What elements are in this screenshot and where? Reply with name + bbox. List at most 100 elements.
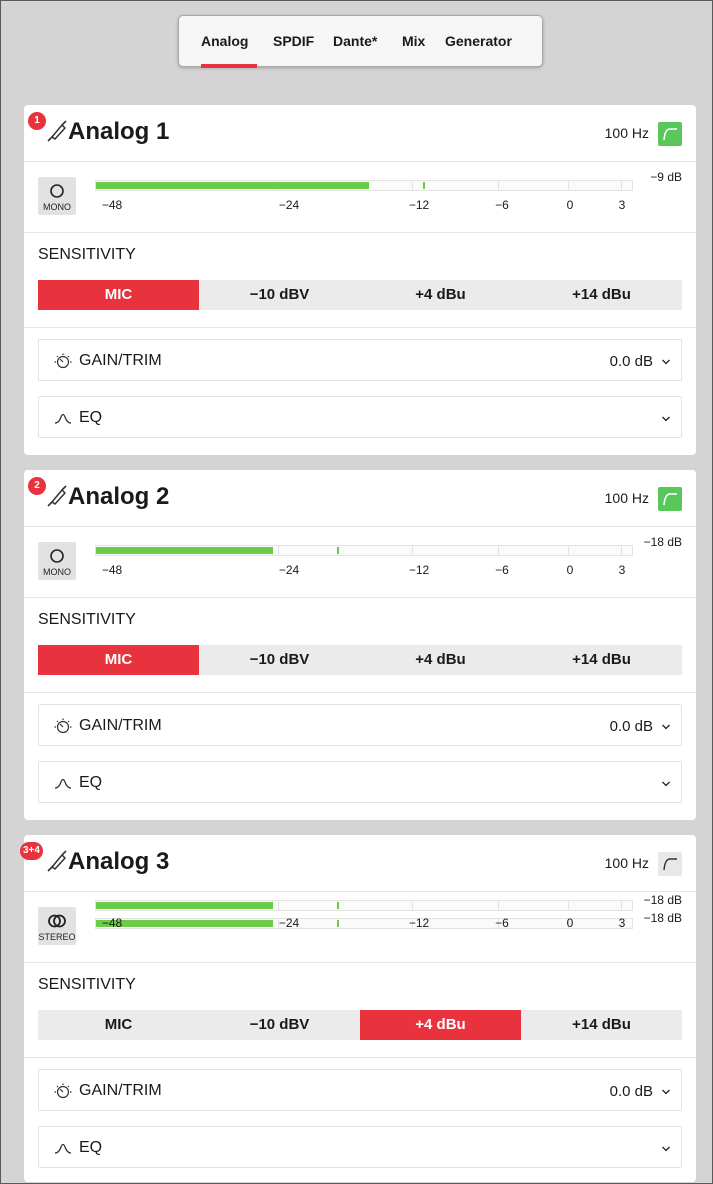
- meter-scale-label: 0: [566, 563, 574, 577]
- meter-tick: [278, 546, 279, 555]
- eq-curve-icon: [53, 408, 73, 433]
- meter-scale-label: −12: [408, 916, 430, 930]
- meter-tick: [621, 181, 622, 190]
- mic-jack-icon: [44, 483, 70, 509]
- tab-dante[interactable]: Dante*: [333, 33, 377, 49]
- meter-tick: [412, 181, 413, 190]
- section-divider: [24, 692, 696, 693]
- meter-scale-label: −12: [408, 563, 430, 577]
- meter-scale-label: −24: [278, 198, 300, 212]
- channel-header: 3+4 Analog 3 100 Hz: [20, 835, 696, 892]
- channel-number-badge: 3+4: [20, 842, 43, 860]
- section-divider: [24, 327, 696, 328]
- meter-scale-label: −24: [278, 916, 300, 930]
- level-meter-fill: [96, 182, 369, 189]
- high-pass-filter-toggle[interactable]: [658, 852, 682, 876]
- channel-mode-label: MONO: [43, 567, 71, 577]
- sensitivity-option[interactable]: MIC: [38, 645, 199, 675]
- sensitivity-option[interactable]: −10 dBV: [199, 1010, 360, 1040]
- mono-stereo-toggle[interactable]: STEREO: [38, 907, 76, 945]
- sensitivity-selector: MIC −10 dBV +4 dBu +14 dBu: [38, 1010, 682, 1040]
- gain-trim-row[interactable]: GAIN/TRIM 0.0 dB: [38, 1069, 682, 1111]
- sensitivity-option[interactable]: MIC: [38, 1010, 199, 1040]
- gain-dial-icon: [53, 351, 73, 376]
- tab-analog[interactable]: Analog: [201, 33, 248, 49]
- sensitivity-option[interactable]: +4 dBu: [360, 280, 521, 310]
- level-meter-fill: [96, 547, 273, 554]
- mono-stereo-toggle[interactable]: MONO: [38, 542, 76, 580]
- mono-icon: [49, 183, 65, 204]
- meter-scale-label: 0: [566, 916, 574, 930]
- level-readout: −18 dB: [643, 535, 682, 549]
- eq-curve-icon: [53, 773, 73, 798]
- channel-card: 3+4 Analog 3 100 Hz STEREO −18 dB −18 dB…: [20, 835, 696, 1182]
- meter-scale-label: −6: [495, 916, 509, 930]
- section-divider: [24, 1057, 696, 1058]
- meter-tick: [498, 546, 499, 555]
- eq-row[interactable]: EQ: [38, 396, 682, 438]
- meter-tick: [412, 901, 413, 910]
- stereo-icon: [48, 913, 66, 934]
- meter-tick: [568, 901, 569, 910]
- mic-jack-icon: [44, 118, 70, 144]
- meter-scale-label: −12: [408, 198, 430, 212]
- high-pass-filter-toggle[interactable]: [658, 487, 682, 511]
- sensitivity-option[interactable]: +14 dBu: [521, 645, 682, 675]
- active-tab-indicator: [201, 64, 257, 68]
- meter-scale-label: 3: [618, 563, 626, 577]
- tab-spdif[interactable]: SPDIF: [273, 33, 314, 49]
- mic-jack-icon: [44, 848, 70, 874]
- tab-bar: Analog SPDIF Dante* Mix Generator: [178, 15, 543, 68]
- tab-mix[interactable]: Mix: [402, 33, 425, 49]
- sensitivity-option[interactable]: +14 dBu: [521, 1010, 682, 1040]
- tab-generator[interactable]: Generator: [445, 33, 512, 49]
- sensitivity-option[interactable]: MIC: [38, 280, 199, 310]
- gain-trim-label: GAIN/TRIM: [79, 352, 162, 369]
- hpf-frequency: 100 Hz: [604, 490, 649, 506]
- peak-indicator: [337, 547, 339, 554]
- eq-label: EQ: [79, 774, 103, 791]
- level-readout: −18 dB: [643, 893, 682, 907]
- sensitivity-label: SENSITIVITY: [38, 976, 136, 993]
- sensitivity-option[interactable]: +14 dBu: [521, 280, 682, 310]
- chevron-down-icon: [661, 1083, 671, 1101]
- mono-stereo-toggle[interactable]: MONO: [38, 177, 76, 215]
- meter-scale-label: −24: [278, 563, 300, 577]
- meter-tick: [568, 181, 569, 190]
- meter-scale-label: −6: [495, 198, 509, 212]
- level-meter: [95, 180, 633, 191]
- level-meter-fill: [96, 920, 273, 927]
- meter-tick: [498, 181, 499, 190]
- sensitivity-option[interactable]: −10 dBV: [199, 280, 360, 310]
- gain-trim-value: 0.0 dB: [609, 353, 653, 370]
- channel-mode-label: MONO: [43, 202, 71, 212]
- high-pass-filter-toggle[interactable]: [658, 122, 682, 146]
- meter-tick: [412, 546, 413, 555]
- meter-scale-label: 0: [566, 198, 574, 212]
- gain-dial-icon: [53, 716, 73, 741]
- channel-header: 2 Analog 2 100 Hz: [24, 470, 696, 527]
- sensitivity-option[interactable]: +4 dBu: [360, 1010, 521, 1040]
- eq-curve-icon: [53, 1138, 73, 1163]
- channel-title: Analog 1: [68, 118, 170, 145]
- sensitivity-option[interactable]: −10 dBV: [199, 645, 360, 675]
- sensitivity-option[interactable]: +4 dBu: [360, 645, 521, 675]
- meter-scale-label: −48: [101, 198, 123, 212]
- sensitivity-selector: MIC −10 dBV +4 dBu +14 dBu: [38, 280, 682, 310]
- eq-label: EQ: [79, 409, 103, 426]
- gain-trim-row[interactable]: GAIN/TRIM 0.0 dB: [38, 704, 682, 746]
- eq-row[interactable]: EQ: [38, 1126, 682, 1168]
- chevron-down-icon: [661, 718, 671, 736]
- eq-row[interactable]: EQ: [38, 761, 682, 803]
- hpf-frequency: 100 Hz: [604, 125, 649, 141]
- level-meter: [95, 545, 633, 556]
- sensitivity-selector: MIC −10 dBV +4 dBu +14 dBu: [38, 645, 682, 675]
- level-meter-row: MONO −18 dB −48 −24 −12 −6 0 3: [24, 526, 696, 598]
- channel-card: 1 Analog 1 100 Hz MONO −9 dB −48 −24 −12 −6 0…: [24, 105, 696, 455]
- gain-trim-value: 0.0 dB: [609, 718, 653, 735]
- peak-indicator: [337, 902, 339, 909]
- gain-trim-row[interactable]: GAIN/TRIM 0.0 dB: [38, 339, 682, 381]
- level-meter-row: MONO −9 dB −48 −24 −12 −6 0 3: [24, 161, 696, 233]
- level-meter: [95, 900, 633, 911]
- channel-title: Analog 3: [68, 848, 170, 875]
